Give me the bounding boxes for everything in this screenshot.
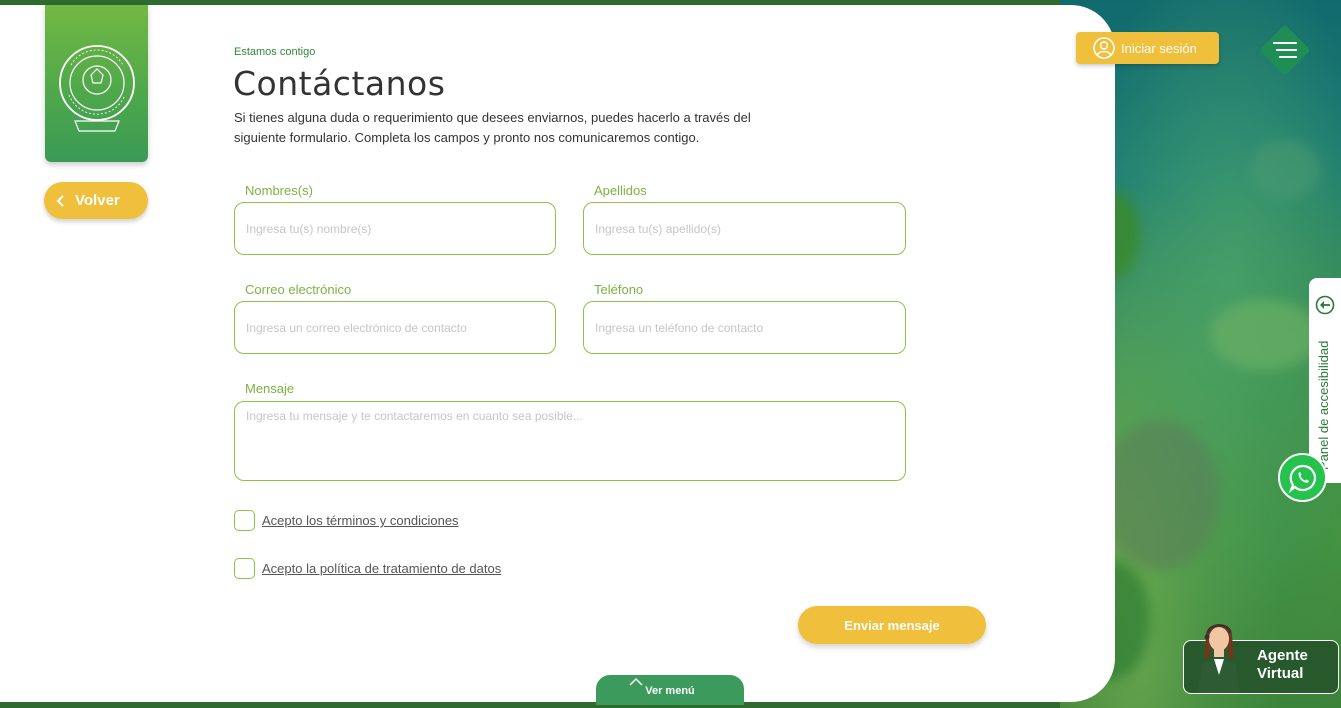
message-label: Mensaje	[245, 381, 295, 396]
hamburger-icon	[1273, 42, 1297, 58]
phone-label: Teléfono	[594, 282, 644, 297]
page-kicker: Estamos contigo	[234, 46, 316, 58]
back-button[interactable]: Volver	[44, 182, 148, 219]
send-message-button[interactable]: Enviar mensaje	[798, 606, 986, 644]
login-button-label: Iniciar sesión	[1121, 40, 1197, 56]
virtual-agent-label-line1: Agente	[1257, 647, 1308, 664]
accessibility-icon	[1315, 295, 1335, 315]
virtual-agent-label-line2: Virtual	[1257, 665, 1304, 682]
names-label: Nombres(s)	[245, 183, 313, 198]
phone-input[interactable]	[583, 301, 906, 354]
terms-checkbox-row: Acepto los términos y condiciones	[234, 510, 459, 531]
surnames-label: Apellidos	[594, 183, 647, 198]
back-button-label: Volver	[75, 192, 120, 209]
see-menu-button[interactable]: Ver menú	[596, 675, 744, 705]
terms-checkbox[interactable]	[234, 510, 255, 531]
virtual-agent-label: Agente Virtual	[1257, 647, 1308, 683]
email-label: Correo electrónico	[245, 282, 352, 297]
university-logo	[45, 5, 148, 162]
chevron-left-icon	[56, 194, 64, 207]
chevron-up-icon	[629, 677, 643, 686]
see-menu-label: Ver menú	[645, 685, 695, 697]
virtual-agent-avatar-icon	[1198, 623, 1240, 693]
privacy-checkbox-row: Acepto la política de tratamiento de dat…	[234, 558, 501, 579]
surnames-input[interactable]	[583, 202, 906, 255]
privacy-link[interactable]: Acepto la política de tratamiento de dat…	[262, 561, 501, 576]
names-input[interactable]	[234, 202, 556, 255]
page-intro: Si tienes alguna duda o requerimiento qu…	[234, 110, 751, 145]
whatsapp-icon	[1288, 464, 1316, 493]
terms-link[interactable]: Acepto los términos y condiciones	[262, 513, 459, 528]
message-textarea[interactable]	[234, 401, 906, 481]
university-seal-icon	[58, 45, 135, 132]
login-button[interactable]: Iniciar sesión	[1076, 32, 1219, 64]
page-title: Contáctanos	[233, 64, 446, 103]
accessibility-panel-label: Panel de accesibilidad	[1316, 340, 1331, 470]
email-input[interactable]	[234, 301, 556, 354]
user-icon	[1093, 37, 1115, 59]
privacy-checkbox[interactable]	[234, 558, 255, 579]
whatsapp-button[interactable]	[1278, 453, 1327, 502]
